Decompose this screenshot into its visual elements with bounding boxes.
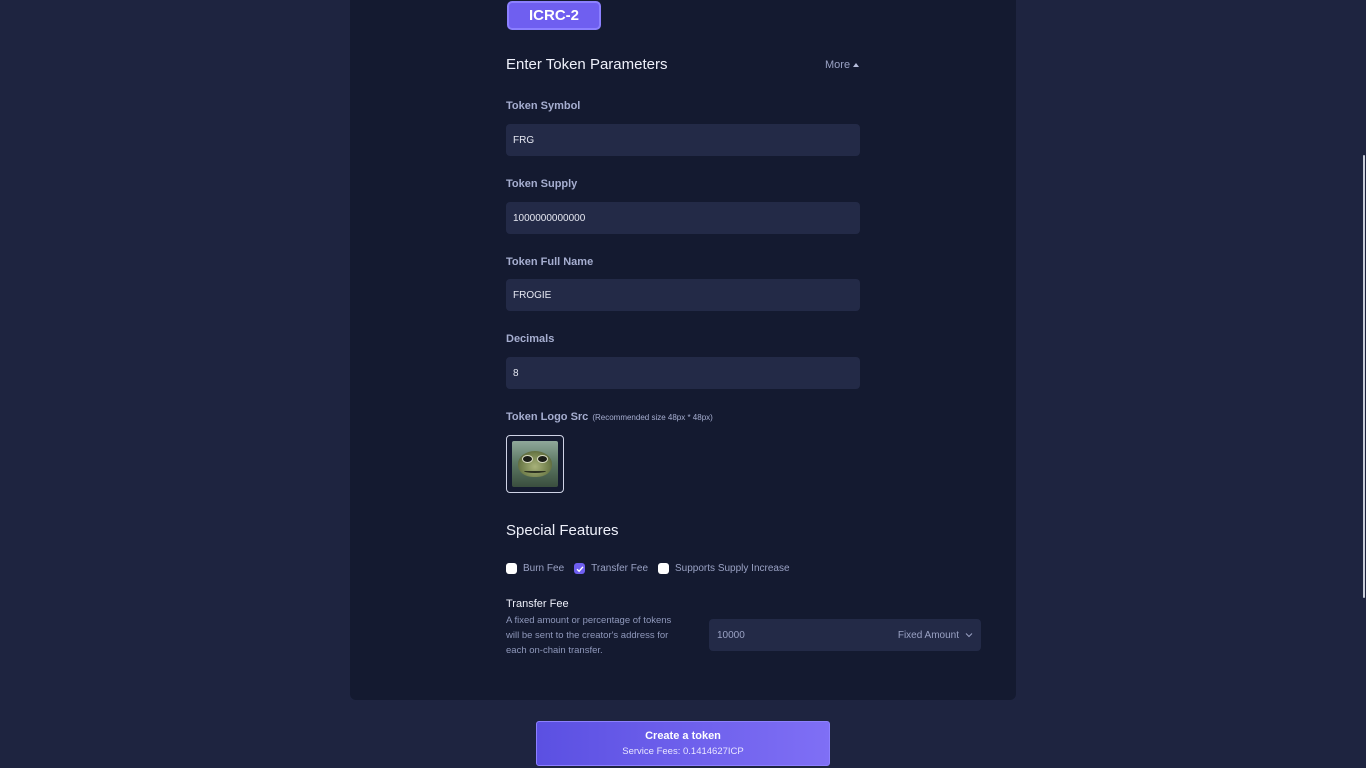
token-logo-hint: (Recommended size 48px * 48px) bbox=[592, 413, 713, 422]
burn-fee-label: Burn Fee bbox=[523, 563, 565, 574]
special-features-options: Burn Fee Transfer Fee Supports Supply In… bbox=[506, 563, 800, 574]
scrollbar-thumb[interactable] bbox=[1363, 155, 1365, 598]
special-features-title: Special Features bbox=[506, 522, 619, 539]
transfer-fee-description: A fixed amount or percentage of tokens w… bbox=[506, 615, 672, 656]
frog-eye-right bbox=[537, 455, 548, 463]
create-token-button[interactable]: Create a token Service Fees: 0.1414627IC… bbox=[536, 721, 830, 766]
transfer-fee-title: Transfer Fee bbox=[506, 598, 569, 610]
transfer-fee-checkbox[interactable] bbox=[574, 563, 586, 574]
token-supply-input[interactable]: 1000000000000 bbox=[506, 202, 860, 234]
transfer-fee-field[interactable]: 10000 Fixed Amount bbox=[709, 619, 981, 651]
frog-mouth bbox=[524, 469, 546, 473]
token-symbol-input[interactable]: FRG bbox=[506, 124, 860, 156]
token-logo-image bbox=[512, 441, 558, 487]
chevron-down-icon bbox=[965, 633, 973, 638]
token-symbol-label: Token Symbol bbox=[506, 100, 581, 112]
check-icon bbox=[576, 565, 584, 572]
frog-eye-left bbox=[522, 455, 533, 463]
token-logo-label: Token Logo Src (Recommended size 48px * 4… bbox=[506, 411, 713, 423]
supply-increase-option[interactable]: Supports Supply Increase bbox=[658, 563, 790, 574]
fee-type-value: Fixed Amount bbox=[897, 629, 959, 641]
transfer-fee-input[interactable]: 10000 bbox=[717, 630, 898, 641]
page: ICRC-2 Enter Token Parameters More Token… bbox=[0, 0, 1366, 768]
decimals-label: Decimals bbox=[506, 333, 555, 345]
token-supply-label: Token Supply bbox=[506, 178, 578, 190]
transfer-fee-option[interactable]: Transfer Fee bbox=[574, 563, 648, 574]
more-toggle[interactable]: More bbox=[825, 59, 860, 71]
burn-fee-option[interactable]: Burn Fee bbox=[506, 563, 564, 574]
standard-tab-icrc2[interactable]: ICRC-2 bbox=[507, 1, 601, 30]
burn-fee-checkbox[interactable] bbox=[506, 563, 517, 574]
decimals-input[interactable]: 8 bbox=[506, 357, 860, 389]
token-logo-label-text: Token Logo Src bbox=[506, 411, 589, 423]
create-token-label: Create a token bbox=[645, 730, 721, 742]
token-form-panel bbox=[350, 0, 1016, 700]
transfer-fee-label: Transfer Fee bbox=[591, 563, 649, 574]
token-full-name-label: Token Full Name bbox=[506, 256, 594, 268]
supply-increase-checkbox[interactable] bbox=[658, 563, 670, 574]
fee-type-select[interactable]: Fixed Amount bbox=[898, 630, 973, 641]
token-full-name-input[interactable]: FROGIE bbox=[506, 279, 860, 311]
service-fees-text: Service Fees: 0.1414627ICP bbox=[622, 746, 744, 757]
supply-increase-label: Supports Supply Increase bbox=[675, 563, 790, 574]
params-title: Enter Token Parameters bbox=[506, 56, 668, 73]
caret-up-icon bbox=[853, 62, 860, 67]
token-logo-upload[interactable] bbox=[506, 435, 564, 493]
more-label: More bbox=[825, 59, 851, 71]
